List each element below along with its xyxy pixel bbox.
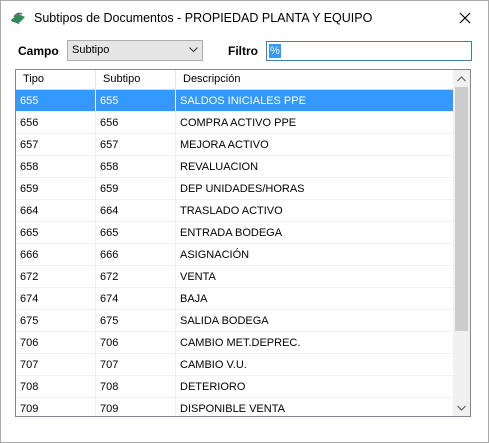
table-header: Tipo Subtipo Descripción	[16, 70, 455, 90]
table-row[interactable]: 708 708 DETERIORO	[16, 376, 455, 398]
cell-tipo: 674	[16, 288, 96, 310]
table-row[interactable]: 655 655 SALDOS INICIALES PPE	[16, 90, 455, 112]
cell-tipo: 665	[16, 222, 96, 244]
table-row[interactable]: 656 656 COMPRA ACTIVO PPE	[16, 112, 455, 134]
campo-dropdown[interactable]: Subtipo	[67, 40, 203, 61]
scroll-up-icon	[457, 75, 466, 81]
cell-subtipo: 659	[96, 178, 176, 200]
table-row[interactable]: 709 709 DISPONIBLE VENTA	[16, 398, 455, 416]
cell-tipo: 657	[16, 134, 96, 156]
title-bar: Subtipos de Documentos - PROPIEDAD PLANT…	[1, 1, 488, 34]
cell-descripcion: BAJA	[180, 293, 208, 305]
cell-descripcion: DEP UNIDADES/HORAS	[180, 183, 305, 195]
filtro-label: Filtro	[228, 44, 258, 58]
cell-subtipo: 658	[96, 156, 176, 178]
cell-subtipo: 665	[96, 222, 176, 244]
table-row[interactable]: 658 658 REVALUACION	[16, 156, 455, 178]
table-row[interactable]: 666 666 ASIGNACIÓN	[16, 244, 455, 266]
subtipos-table[interactable]: Tipo Subtipo Descripción 655 655 SALDOS IN…	[15, 69, 471, 417]
cell-descripcion: REVALUACION	[180, 161, 259, 173]
cell-tipo: 707	[16, 354, 96, 376]
cell-tipo: 664	[16, 200, 96, 222]
cell-descripcion: CAMBIO V.U.	[180, 359, 247, 371]
column-header-subtipo[interactable]: Subtipo	[96, 70, 176, 89]
table-row[interactable]: 657 657 MEJORA ACTIVO	[16, 134, 455, 156]
cell-subtipo: 675	[96, 310, 176, 332]
cell-subtipo: 707	[96, 354, 176, 376]
table-row[interactable]: 706 706 CAMBIO MET.DEPREC.	[16, 332, 455, 354]
cell-subtipo: 674	[96, 288, 176, 310]
cell-subtipo: 657	[96, 134, 176, 156]
scroll-up-button[interactable]	[453, 70, 470, 87]
cell-descripcion: MEJORA ACTIVO	[180, 139, 269, 151]
table-row[interactable]: 665 665 ENTRADA BODEGA	[16, 222, 455, 244]
cell-subtipo: 672	[96, 266, 176, 288]
filtro-input-value: %	[269, 44, 281, 58]
cell-descripcion: ASIGNACIÓN	[180, 249, 250, 261]
table-row[interactable]: 672 672 VENTA	[16, 266, 455, 288]
close-icon	[459, 12, 471, 23]
app-icon	[10, 11, 26, 25]
cell-tipo: 658	[16, 156, 96, 178]
cell-tipo: 709	[16, 398, 96, 416]
cell-tipo: 675	[16, 310, 96, 332]
cell-tipo: 708	[16, 376, 96, 398]
filtro-input[interactable]: %	[266, 41, 472, 61]
table-row[interactable]: 659 659 DEP UNIDADES/HORAS	[16, 178, 455, 200]
cell-subtipo: 708	[96, 376, 176, 398]
cell-subtipo: 706	[96, 332, 176, 354]
cell-subtipo: 666	[96, 244, 176, 266]
cell-subtipo: 655	[96, 90, 176, 112]
cell-descripcion: TRASLADO ACTIVO	[180, 205, 283, 217]
table-row[interactable]: 675 675 SALIDA BODEGA	[16, 310, 455, 332]
cell-subtipo: 664	[96, 200, 176, 222]
cell-tipo: 666	[16, 244, 96, 266]
campo-dropdown-value: Subtipo	[72, 44, 110, 56]
table-row[interactable]: 664 664 TRASLADO ACTIVO	[16, 200, 455, 222]
cell-tipo: 656	[16, 112, 96, 134]
cell-descripcion: SALIDA BODEGA	[180, 315, 269, 327]
column-header-descripcion[interactable]: Descripción	[176, 70, 455, 89]
cell-descripcion: DISPONIBLE VENTA	[180, 403, 285, 415]
cell-tipo: 655	[16, 90, 96, 112]
cell-descripcion: CAMBIO MET.DEPREC.	[180, 337, 301, 349]
window-title: Subtipos de Documentos - PROPIEDAD PLANT…	[34, 11, 373, 25]
table-body: 655 655 SALDOS INICIALES PPE 656 656 COMPRA A…	[16, 90, 455, 416]
vertical-scrollbar[interactable]	[453, 70, 470, 416]
scroll-down-button[interactable]	[453, 399, 470, 416]
cell-tipo: 706	[16, 332, 96, 354]
cell-subtipo: 709	[96, 398, 176, 416]
cell-tipo: 672	[16, 266, 96, 288]
dialog-window: Subtipos de Documentos - PROPIEDAD PLANT…	[0, 0, 489, 443]
table-row[interactable]: 707 707 CAMBIO V.U.	[16, 354, 455, 376]
campo-label: Campo	[18, 44, 59, 58]
cell-descripcion: SALDOS INICIALES PPE	[180, 95, 306, 107]
cell-tipo: 659	[16, 178, 96, 200]
close-button[interactable]	[442, 1, 488, 34]
table-row[interactable]: 674 674 BAJA	[16, 288, 455, 310]
chevron-down-icon	[189, 47, 198, 53]
scroll-down-icon	[457, 405, 466, 411]
scrollbar-thumb[interactable]	[455, 87, 468, 331]
cell-descripcion: DETERIORO	[180, 381, 246, 393]
cell-subtipo: 656	[96, 112, 176, 134]
cell-descripcion: ENTRADA BODEGA	[180, 227, 283, 239]
cell-descripcion: VENTA	[180, 271, 216, 283]
cell-descripcion: COMPRA ACTIVO PPE	[180, 117, 297, 129]
column-header-tipo[interactable]: Tipo	[16, 70, 96, 89]
